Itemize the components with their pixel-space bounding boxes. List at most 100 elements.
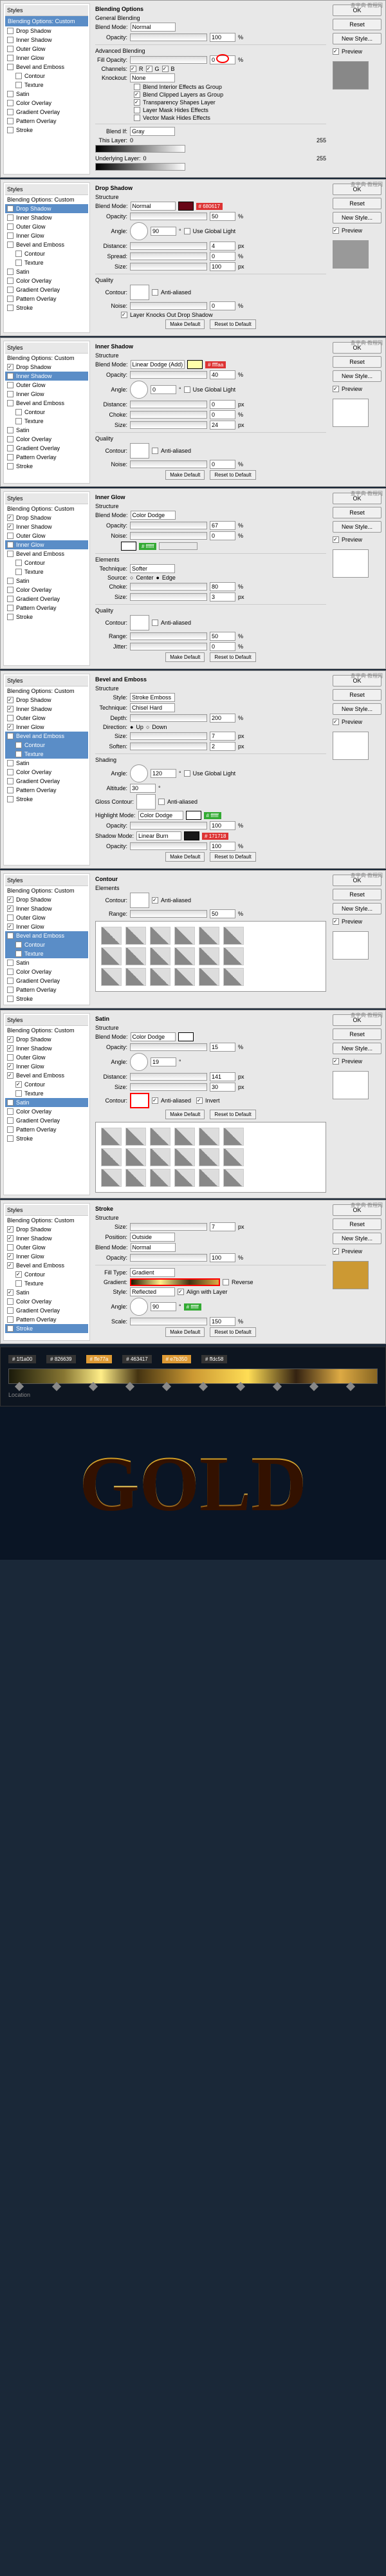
checkbox[interactable]: [7, 109, 14, 115]
gold-result: GOLD: [0, 1406, 386, 1560]
checkbox[interactable]: [7, 118, 14, 124]
checkbox[interactable]: [15, 82, 22, 88]
style-inner-glow[interactable]: Inner Glow: [5, 53, 88, 62]
style-color-overlay[interactable]: Color Overlay: [5, 99, 88, 108]
gradient-picker[interactable]: [130, 1278, 220, 1286]
panel-drop-shadow: Styles Blending Options: Custom Drop Sha…: [0, 179, 386, 336]
checkbox[interactable]: [7, 46, 14, 52]
opacity-slider[interactable]: [130, 213, 207, 220]
style-pattern-overlay[interactable]: Pattern Overlay: [5, 117, 88, 126]
reset-button[interactable]: Reset: [333, 19, 381, 30]
new-style-button[interactable]: New Style...: [333, 33, 381, 44]
preview-checkbox[interactable]: [333, 48, 339, 55]
location-label: Location: [8, 1392, 378, 1398]
checkbox[interactable]: [7, 127, 14, 133]
contour-picker-button[interactable]: [130, 893, 149, 908]
highlight-circle-icon: [216, 54, 229, 63]
fill-opacity-slider[interactable]: [130, 56, 207, 64]
angle-input[interactable]: [151, 227, 176, 236]
hex-label: # 680617: [196, 203, 223, 210]
ugl-checkbox[interactable]: [184, 228, 190, 234]
blendif-select[interactable]: Gray: [130, 127, 175, 136]
stop-hex: # 1f1a00: [8, 1355, 36, 1363]
contour-picker-button[interactable]: [130, 1093, 149, 1108]
preview-swatch: [333, 240, 369, 269]
style-stroke[interactable]: Stroke: [5, 126, 88, 135]
style-satin[interactable]: Satin: [5, 90, 88, 99]
sub-advanced: Advanced Blending: [95, 48, 326, 54]
style-contour[interactable]: Contour: [5, 71, 88, 80]
styles-column: Styles Blending Options: Custom Drop Sha…: [3, 3, 90, 175]
gradient-stop[interactable]: [15, 1382, 24, 1391]
contour-picker[interactable]: [130, 285, 149, 300]
checkbox[interactable]: [7, 91, 14, 97]
style-bevel-emboss[interactable]: Bevel and Emboss: [5, 732, 88, 741]
gold-text: GOLD: [0, 1419, 386, 1547]
aa-checkbox[interactable]: [152, 289, 158, 296]
channel-b[interactable]: [162, 66, 169, 72]
panel-stroke: Styles Blending Options: Custom Drop Sha…: [0, 1200, 386, 1344]
make-default-button[interactable]: Make Default: [165, 319, 205, 329]
opacity-slider[interactable]: [130, 33, 207, 41]
main-column: Blending Options General Blending Blend …: [90, 3, 331, 175]
style-inner-shadow[interactable]: Inner Shadow: [5, 372, 88, 381]
reset-default-button[interactable]: Reset to Default: [210, 319, 255, 329]
panel-satin: Styles Blending Options: Custom Drop Sha…: [0, 1010, 386, 1198]
gradient-bar[interactable]: [8, 1368, 378, 1384]
angle-dial[interactable]: [130, 381, 148, 399]
cb-trans-shapes[interactable]: [134, 99, 140, 106]
blend-mode-select[interactable]: Linear Dodge (Add): [131, 360, 185, 369]
color-swatch[interactable]: [121, 542, 136, 551]
cb-blend-clipped[interactable]: [134, 91, 140, 98]
panel-inner-glow: Styles Blending Options: Custom Drop Sha…: [0, 488, 386, 669]
checkbox[interactable]: [7, 28, 14, 34]
style-contour[interactable]: Contour: [5, 940, 88, 949]
color-swatch[interactable]: [178, 202, 194, 211]
contour-picker[interactable]: [130, 443, 149, 459]
panel-inner-shadow: Styles Blending Options: Custom Drop Sha…: [0, 337, 386, 487]
style-inner-glow[interactable]: Inner Glow: [5, 540, 88, 549]
channel-g[interactable]: [146, 66, 152, 72]
opacity-input[interactable]: [210, 33, 235, 42]
style-inner-shadow[interactable]: Inner Shadow: [5, 35, 88, 44]
knockout-checkbox[interactable]: [121, 312, 127, 318]
blending-options-row[interactable]: Blending Options: Custom: [5, 195, 88, 204]
style-drop-shadow[interactable]: Drop Shadow: [5, 204, 88, 213]
opacity-input[interactable]: [210, 212, 235, 221]
contour-preset[interactable]: [101, 927, 122, 945]
panel-bevel-emboss: Styles Blending Options: Custom Drop Sha…: [0, 670, 386, 869]
cb-blend-interior[interactable]: [134, 84, 140, 90]
style-drop-shadow[interactable]: Drop Shadow: [5, 26, 88, 35]
preview-swatch: [333, 399, 369, 427]
blending-options-row[interactable]: Blending Options: Custom: [5, 16, 88, 26]
channel-r[interactable]: [130, 66, 136, 72]
checkbox[interactable]: [7, 100, 14, 106]
style-outer-glow[interactable]: Outer Glow: [5, 44, 88, 53]
new-style-button[interactable]: New Style...: [333, 212, 381, 223]
checkbox[interactable]: [15, 73, 22, 79]
this-layer-gradient[interactable]: [95, 145, 185, 153]
blend-mode-select[interactable]: Normal: [131, 202, 176, 211]
buttons-column: OK Reset New Style... Preview: [331, 3, 383, 175]
preview-swatch: [333, 61, 369, 90]
style-bevel-emboss[interactable]: Bevel and Emboss: [5, 62, 88, 71]
color-swatch[interactable]: [187, 360, 203, 369]
underlying-gradient[interactable]: [95, 163, 185, 171]
blend-mode-select[interactable]: Normal: [131, 23, 176, 32]
styles-column: Styles Blending Options: Custom Drop Sha…: [3, 182, 90, 333]
style-gradient-overlay[interactable]: Gradient Overlay: [5, 108, 88, 117]
cb-vector-mask[interactable]: [134, 115, 140, 121]
style-satin[interactable]: Satin: [5, 1098, 88, 1107]
style-stroke[interactable]: Stroke: [5, 1324, 88, 1333]
cb-layer-mask[interactable]: [134, 107, 140, 113]
angle-dial[interactable]: [130, 222, 148, 240]
gradient-editor: # 1f1a00 # 826639 # ffe77a # 463417 # e7…: [0, 1347, 386, 1406]
checkbox[interactable]: [7, 37, 14, 43]
gradient-swatch[interactable]: [159, 542, 198, 550]
section-title: Blending Options: [95, 6, 326, 12]
checkbox[interactable]: [7, 55, 14, 61]
checkbox[interactable]: [7, 64, 14, 70]
style-texture[interactable]: Texture: [5, 80, 88, 90]
reset-button[interactable]: Reset: [333, 198, 381, 209]
knockout-select[interactable]: None: [130, 73, 175, 82]
